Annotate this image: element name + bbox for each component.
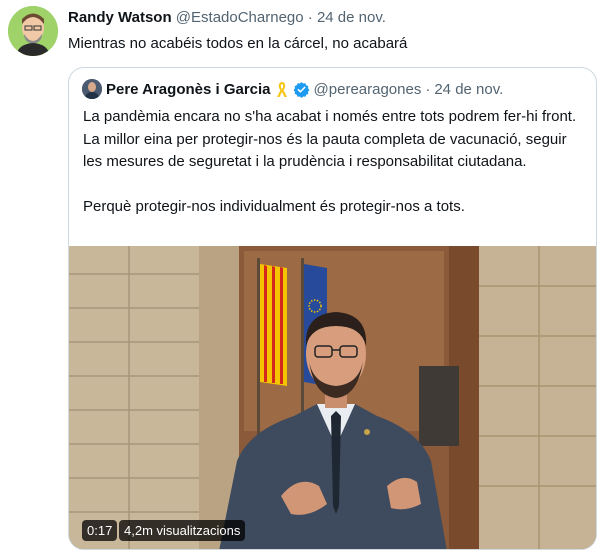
quoted-author-display-name[interactable]: Pere Aragonès i Garcia [106, 81, 271, 98]
author-handle[interactable]: @EstadoCharnego [176, 9, 304, 26]
video-thumbnail [69, 246, 596, 549]
quoted-tweet-text: La pandèmia encara no s'ha acabat i nomé… [83, 106, 588, 218]
verified-badge-icon [293, 81, 310, 98]
quoted-text-paragraph-1: La pandèmia encara no s'ha acabat i nomé… [83, 108, 577, 170]
quoted-text-paragraph-2: Perquè protegir-nos individualment és pr… [83, 197, 465, 215]
tweet-header: Randy Watson @EstadoCharnego · 24 de nov… [68, 9, 386, 26]
quoted-tweet-card[interactable]: Pere Aragonès i Garcia @perearagones · 2… [68, 67, 597, 550]
quoted-author-avatar[interactable] [82, 79, 102, 99]
quoted-header-separator: · [425, 80, 431, 98]
video-views-badge: 4,2m visualitzacions [119, 520, 246, 541]
quoted-author-handle[interactable]: @perearagones [314, 81, 422, 98]
quoted-tweet-date[interactable]: 24 de nov. [434, 81, 503, 98]
tweet-text: Mientras no acabéis todos en la cárcel, … [68, 35, 408, 52]
video-player[interactable]: 0:17 4,2m visualitzacions [69, 246, 596, 549]
tweet-date[interactable]: 24 de nov. [317, 9, 386, 26]
user-avatar[interactable] [8, 6, 58, 56]
header-separator: · [307, 9, 313, 26]
quoted-tweet-header: Pere Aragonès i Garcia @perearagones · 2… [82, 79, 503, 99]
video-duration-badge: 0:17 [82, 520, 118, 541]
author-display-name[interactable]: Randy Watson [68, 9, 172, 26]
yellow-ribbon-icon [275, 80, 289, 98]
caricature-avatar-icon [8, 6, 58, 56]
